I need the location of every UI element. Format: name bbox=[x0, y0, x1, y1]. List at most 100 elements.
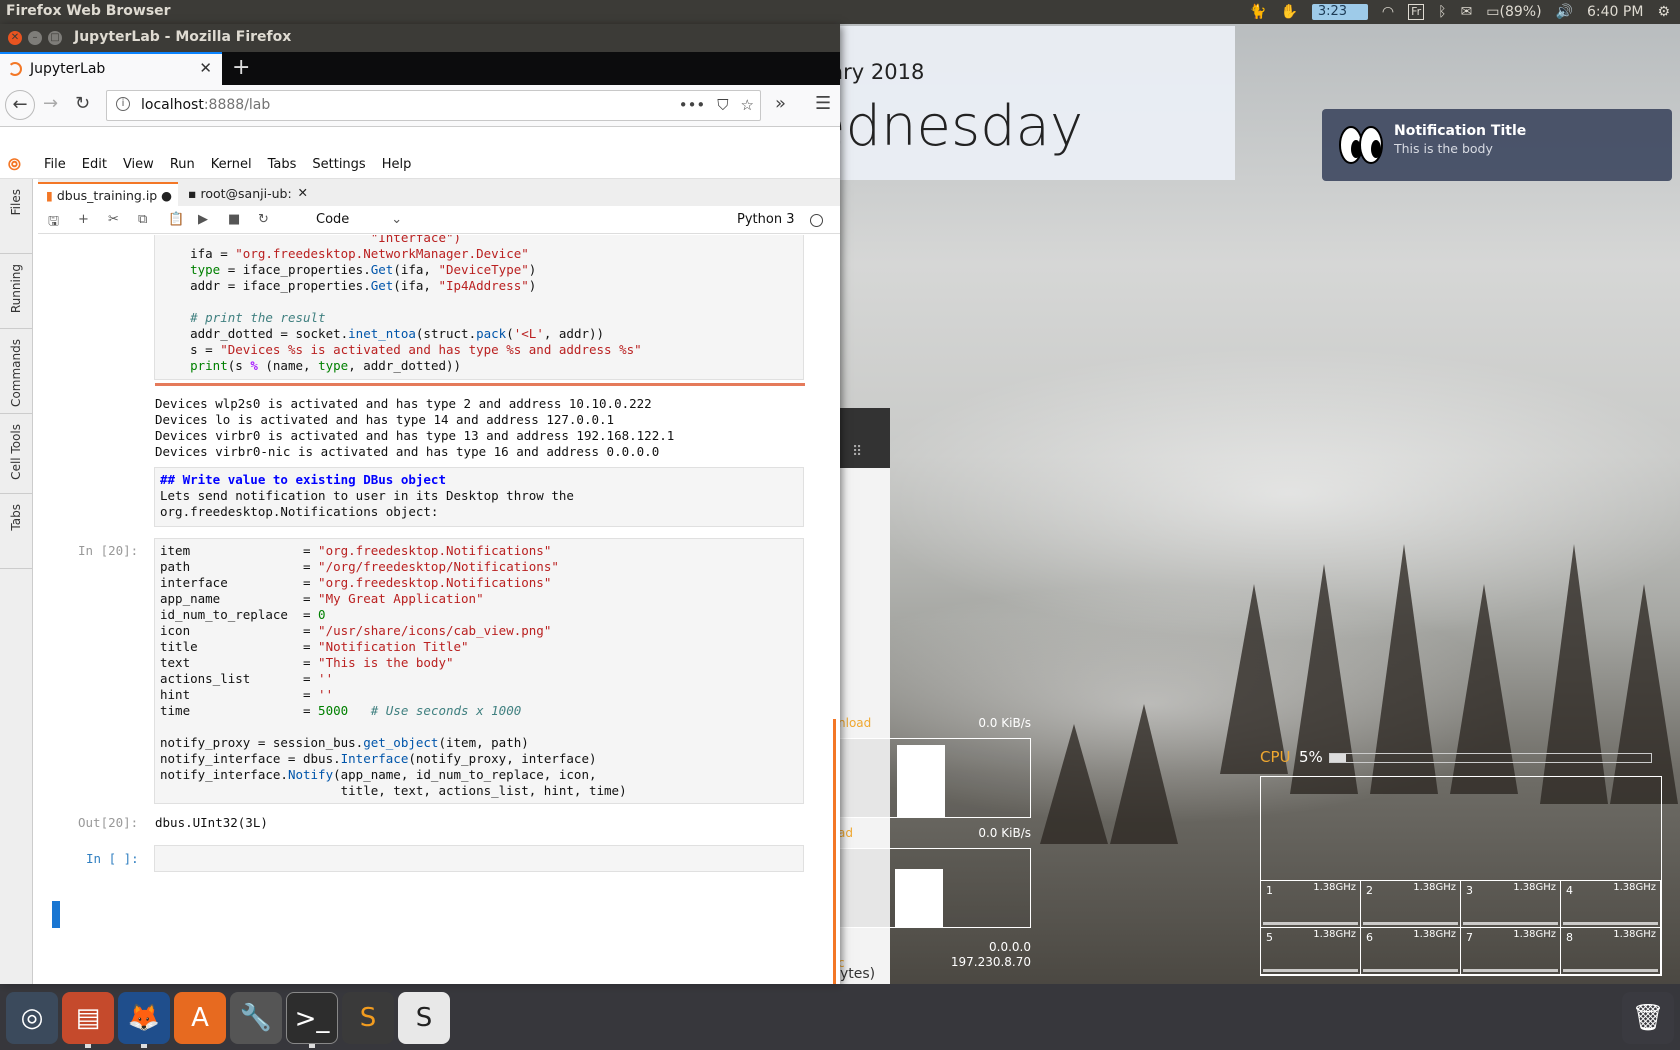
timer-indicator[interactable]: 3:23 bbox=[1311, 4, 1368, 20]
clock[interactable]: 6:40 PM bbox=[1587, 4, 1643, 20]
ubuntu-launcher-icon[interactable]: ◎ bbox=[6, 992, 58, 1044]
sidebar-tab-cell-tools[interactable]: Cell Tools bbox=[0, 414, 33, 494]
cpu-core-frequency: 1.38GHz bbox=[1313, 929, 1356, 940]
grid-icon[interactable]: ⠿ bbox=[852, 444, 862, 460]
forward-arrow-icon[interactable]: → bbox=[43, 93, 58, 114]
kernel-name[interactable]: Python 3 bbox=[737, 212, 794, 227]
doc-tab-notebook[interactable]: ▮ dbus_training.ip ● bbox=[38, 182, 178, 206]
minimize-window-icon[interactable]: – bbox=[28, 31, 42, 45]
trash-icon[interactable]: 🗑 bbox=[1622, 992, 1674, 1044]
menu-edit[interactable]: Edit bbox=[82, 157, 107, 172]
menu-tabs[interactable]: Tabs bbox=[268, 157, 297, 172]
output-line: Devices virbr0 is activated and has type… bbox=[155, 428, 675, 443]
keyboard-layout-indicator[interactable]: Fr bbox=[1408, 4, 1425, 20]
power-gear-icon[interactable]: ⚙ bbox=[1657, 4, 1670, 20]
url-bar[interactable]: i localhost:8888/lab ••• ⛉ ☆ bbox=[106, 90, 761, 121]
cat-icon[interactable]: 🐈 bbox=[1249, 4, 1266, 20]
save-icon[interactable]: 🖫 bbox=[48, 212, 59, 234]
output-line: Devices virbr0-nic is activated and has … bbox=[155, 444, 660, 459]
bluetooth-icon[interactable]: ᛒ bbox=[1438, 4, 1446, 20]
stop-icon[interactable]: ■ bbox=[228, 212, 240, 227]
cpu-core-graph bbox=[1363, 911, 1458, 925]
markdown-cell[interactable]: ## Write value to existing DBus object Le… bbox=[154, 467, 804, 527]
site-info-icon[interactable]: i bbox=[116, 97, 130, 111]
app-s-icon[interactable]: S bbox=[398, 992, 450, 1044]
maximize-window-icon[interactable]: □ bbox=[48, 31, 62, 45]
system-settings-icon[interactable]: 🔧 bbox=[230, 992, 282, 1044]
url-text[interactable]: localhost:8888/lab bbox=[141, 97, 270, 113]
sidebar-tab-running[interactable]: Running bbox=[0, 254, 33, 329]
sidebar-tab-tabs[interactable]: Tabs bbox=[0, 494, 33, 569]
cpu-core-id: 2 bbox=[1366, 884, 1373, 897]
background-window-header: ⠿ bbox=[840, 408, 890, 468]
page-actions-icon[interactable]: ••• bbox=[679, 96, 706, 114]
notebook-area: ▮ dbus_training.ip ● ▪ root@sanji-ub: ✕ … bbox=[38, 179, 840, 984]
window-title: JupyterLab - Mozilla Firefox bbox=[74, 29, 292, 45]
document-tab-bar: ▮ dbus_training.ip ● ▪ root@sanji-ub: ✕ bbox=[38, 179, 840, 206]
empty-code-cell[interactable] bbox=[154, 845, 804, 872]
cell-type-value: Code bbox=[316, 212, 350, 227]
menu-help[interactable]: Help bbox=[382, 157, 412, 172]
pocket-icon[interactable]: ⛉ bbox=[717, 96, 728, 114]
cell-output-devices: Devices wlp2s0 is activated and has type… bbox=[155, 396, 674, 460]
menu-run[interactable]: Run bbox=[170, 157, 195, 172]
copy-icon[interactable]: ⧉ bbox=[138, 212, 147, 227]
cpu-core-id: 7 bbox=[1466, 931, 1473, 944]
reload-icon[interactable]: ↻ bbox=[75, 93, 90, 114]
cpu-core-id: 8 bbox=[1566, 931, 1573, 944]
cpu-core-cell: 1 1.38GHz bbox=[1261, 881, 1361, 928]
wifi-icon[interactable]: ◠ bbox=[1382, 4, 1394, 20]
menu-kernel[interactable]: Kernel bbox=[211, 157, 252, 172]
active-app-name: Firefox Web Browser bbox=[6, 3, 171, 19]
menu-settings[interactable]: Settings bbox=[312, 157, 365, 172]
paste-icon[interactable]: 📋 bbox=[168, 212, 184, 227]
upload-label: ad bbox=[838, 826, 853, 840]
cpu-core-cell: 3 1.38GHz bbox=[1461, 881, 1561, 928]
terminal-icon[interactable]: >_ bbox=[286, 992, 338, 1044]
code-cell-notify[interactable]: item = "org.freedesktop.Notifications" p… bbox=[154, 538, 804, 804]
close-tab-icon[interactable]: ✕ bbox=[298, 185, 308, 200]
new-tab-icon[interactable]: + bbox=[232, 55, 250, 80]
code-cell-previous[interactable]: "Interface") ifa = "org.freedesktop.Netw… bbox=[154, 235, 804, 380]
insert-cell-icon[interactable]: + bbox=[78, 212, 89, 227]
notification-bubble[interactable]: Notification Title This is the body bbox=[1322, 109, 1672, 181]
cpu-core-frequency: 1.38GHz bbox=[1613, 929, 1656, 940]
cpu-core-id: 3 bbox=[1466, 884, 1473, 897]
firefox-icon[interactable]: 🦊 bbox=[118, 992, 170, 1044]
download-label: nload bbox=[838, 716, 872, 730]
window-titlebar[interactable]: ✕ – □ JupyterLab - Mozilla Firefox bbox=[0, 24, 840, 52]
cpu-usage-bar bbox=[1329, 753, 1652, 763]
local-ip: 0.0.0.0 bbox=[989, 940, 1031, 954]
cpu-core-id: 5 bbox=[1266, 931, 1273, 944]
close-window-icon[interactable]: ✕ bbox=[8, 31, 22, 45]
back-arrow-icon[interactable]: ← bbox=[5, 90, 35, 120]
software-center-icon[interactable]: A bbox=[174, 992, 226, 1044]
cpu-core-cell: 5 1.38GHz bbox=[1261, 928, 1361, 975]
cpu-core-id: 6 bbox=[1366, 931, 1373, 944]
overflow-chevron-icon[interactable]: » bbox=[775, 93, 786, 114]
scrollbar[interactable] bbox=[833, 719, 836, 984]
menu-view[interactable]: View bbox=[123, 157, 154, 172]
sidebar-tab-files[interactable]: Files bbox=[0, 179, 33, 254]
sidebar-tab-commands[interactable]: Commands bbox=[0, 329, 33, 414]
close-tab-icon[interactable]: ✕ bbox=[199, 59, 212, 77]
bookmark-star-icon[interactable]: ☆ bbox=[741, 96, 754, 114]
doc-tab-terminal[interactable]: ▪ root@sanji-ub: ✕ bbox=[180, 182, 310, 206]
mail-icon[interactable]: ✉ bbox=[1461, 4, 1473, 20]
run-icon[interactable]: ▶ bbox=[198, 212, 208, 227]
menu-file[interactable]: File bbox=[44, 157, 66, 172]
cell-type-select[interactable]: Code ⌄ bbox=[316, 212, 402, 227]
notebook-icon: ▮ bbox=[46, 188, 53, 203]
volume-icon[interactable]: 🔊 bbox=[1556, 4, 1573, 20]
unsaved-dot-icon[interactable]: ● bbox=[161, 188, 172, 203]
battery-indicator[interactable]: ▭ (89%) bbox=[1486, 4, 1541, 20]
browser-tab-jupyterlab[interactable]: JupyterLab ✕ bbox=[0, 52, 222, 85]
battery-percent: (89%) bbox=[1499, 4, 1542, 20]
hamburger-menu-icon[interactable]: ☰ bbox=[815, 93, 831, 114]
sublime-text-icon[interactable]: S bbox=[342, 992, 394, 1044]
restart-icon[interactable]: ↻ bbox=[258, 212, 269, 227]
cut-icon[interactable]: ✂ bbox=[108, 212, 119, 227]
files-icon[interactable]: ▤ bbox=[62, 992, 114, 1044]
gesture-icon[interactable]: ✋ bbox=[1280, 4, 1297, 20]
upload-rate: 0.0 KiB/s bbox=[978, 826, 1031, 840]
